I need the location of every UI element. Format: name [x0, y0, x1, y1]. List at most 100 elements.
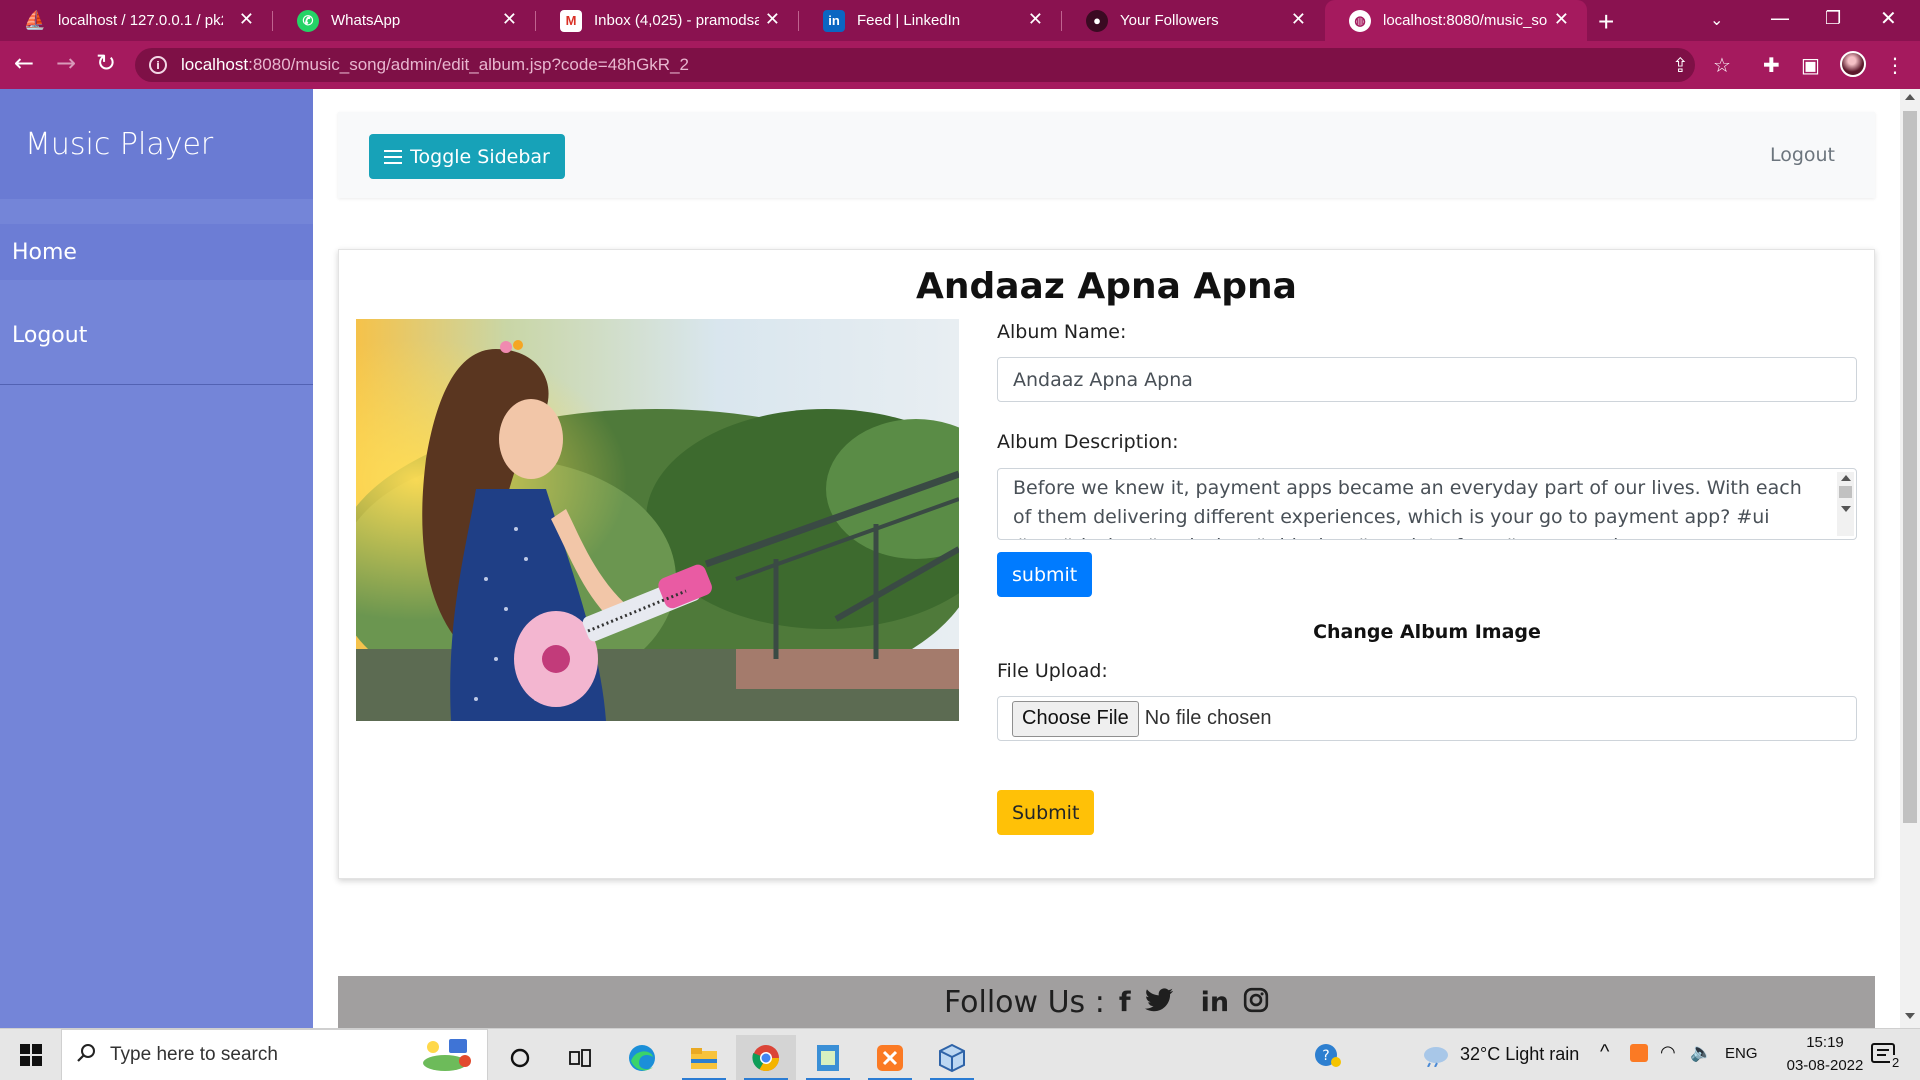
textarea-scrollbar[interactable]	[1837, 472, 1854, 536]
file-upload-input[interactable]: Choose File No file chosen	[997, 696, 1857, 741]
album-description-label: Album Description:	[997, 431, 1179, 453]
scroll-down-arrow-icon[interactable]	[1841, 506, 1851, 512]
album-cover-image	[356, 319, 959, 721]
network-wifi-icon[interactable]: ◠	[1660, 1042, 1676, 1063]
close-icon[interactable]: ✕	[1554, 9, 1569, 30]
restore-icon[interactable]: ❐	[1825, 8, 1841, 29]
browser-tab-whatsapp[interactable]: ✆ WhatsApp ✕	[273, 0, 535, 41]
album-description-text: Before we knew it, payment apps became a…	[1013, 477, 1802, 539]
chrome-browser-icon[interactable]	[736, 1035, 796, 1080]
toggle-sidebar-label: Toggle Sidebar	[410, 145, 550, 168]
virtualbox-cube-icon[interactable]	[922, 1035, 982, 1080]
forward-arrow-icon[interactable]: →	[56, 49, 76, 77]
tab-label: WhatsApp	[331, 12, 401, 29]
linkedin-icon[interactable]: in	[1201, 987, 1229, 1018]
tab-label: localhost / 127.0.0.1 / pk2 /	[58, 12, 223, 29]
file-upload-label: File Upload:	[997, 660, 1108, 682]
album-name-input[interactable]: Andaaz Apna Apna	[997, 357, 1857, 402]
clock-date[interactable]: 03-08-2022	[1770, 1057, 1880, 1074]
change-album-image-heading: Change Album Image	[1313, 621, 1541, 643]
share-icon[interactable]: ⇪	[1672, 53, 1689, 77]
address-bar[interactable]: i localhost:8080/music_song/admin/edit_a…	[135, 48, 1695, 82]
profile-avatar[interactable]	[1840, 51, 1866, 77]
browser-tab-gmail[interactable]: M Inbox (4,025) - pramodsaini ✕	[536, 0, 798, 41]
new-tab-plus-icon[interactable]: +	[1598, 6, 1614, 38]
notification-count-badge: 2	[1890, 1055, 1902, 1070]
taskbar-search-box[interactable]: Type here to search	[61, 1029, 488, 1080]
menu-lines-icon	[384, 149, 403, 164]
follow-us-text: Follow Us :	[943, 984, 1105, 1020]
toggle-sidebar-button[interactable]: Toggle Sidebar	[369, 134, 565, 179]
cortana-icon[interactable]	[490, 1035, 550, 1080]
windows-taskbar: Type here to search ? 32°C Light rain ^	[0, 1028, 1920, 1080]
instagram-icon[interactable]	[1243, 987, 1269, 1017]
close-icon[interactable]: ✕	[1291, 9, 1306, 30]
close-icon[interactable]: ✕	[1028, 9, 1043, 30]
tab-label: Feed | LinkedIn	[857, 12, 961, 29]
tray-chevron-up-icon[interactable]: ^	[1600, 1041, 1609, 1064]
browser-tab-active[interactable]: ◍ localhost:8080/music_song/ ✕	[1325, 0, 1587, 41]
browser-menu-icon[interactable]: ⋮	[1885, 53, 1905, 77]
bookmark-star-icon[interactable]: ☆	[1713, 53, 1731, 77]
sidebar: Music Player Home Logout	[0, 89, 313, 1028]
xampp-tray-icon[interactable]	[1630, 1044, 1648, 1062]
back-arrow-icon[interactable]: ←	[14, 49, 34, 77]
submit-description-button[interactable]: submit	[997, 552, 1093, 597]
navbar-logout-link[interactable]: Logout	[1770, 144, 1835, 166]
volume-speaker-icon[interactable]: 🔈	[1690, 1042, 1712, 1063]
language-indicator[interactable]: ENG	[1725, 1045, 1758, 1062]
search-highlight-icon	[419, 1035, 475, 1075]
file-explorer-icon[interactable]	[674, 1035, 734, 1080]
browser-tab-linkedin[interactable]: in Feed | LinkedIn ✕	[799, 0, 1061, 41]
github-icon: ●	[1086, 9, 1108, 32]
page-viewport: Music Player Home Logout Toggle Sidebar …	[0, 89, 1920, 1028]
sidebar-item-home[interactable]: Home	[0, 224, 313, 280]
tab-label: Your Followers	[1120, 12, 1219, 29]
help-icon[interactable]: ?	[1314, 1042, 1342, 1072]
sidebar-item-logout[interactable]: Logout	[0, 306, 313, 364]
phpmyadmin-icon: ⛵	[23, 10, 47, 30]
search-icon	[76, 1043, 96, 1067]
clock-time[interactable]: 15:19	[1790, 1034, 1860, 1051]
tab-label: localhost:8080/music_song/	[1383, 12, 1548, 29]
twitter-icon[interactable]	[1144, 988, 1173, 1016]
tab-search-chevron-icon[interactable]: ⌄	[1710, 10, 1723, 29]
close-icon[interactable]: ✕	[502, 9, 517, 30]
submit-image-button[interactable]: Submit	[997, 790, 1095, 835]
browser-tab-phpmyadmin[interactable]: ⛵ localhost / 127.0.0.1 / pk2 / ✕	[0, 0, 272, 41]
sidebar-nav: Home Logout	[0, 224, 313, 364]
scroll-up-arrow-icon[interactable]	[1841, 475, 1851, 481]
task-view-icon[interactable]	[550, 1035, 610, 1080]
xampp-icon[interactable]	[860, 1035, 920, 1080]
side-panel-icon[interactable]: ▣	[1801, 53, 1820, 77]
browser-tab-github[interactable]: ● Your Followers ✕	[1062, 0, 1324, 41]
page-scrollbar-thumb[interactable]	[1903, 111, 1917, 823]
windows-start-icon[interactable]	[20, 1044, 42, 1066]
scroll-up-arrow-icon[interactable]	[1905, 94, 1915, 100]
album-title: Andaaz Apna Apna	[916, 266, 1297, 307]
minimize-icon[interactable]: —	[1770, 6, 1790, 30]
scrollbar-thumb[interactable]	[1839, 486, 1852, 498]
notepad-app-icon[interactable]	[798, 1035, 858, 1080]
footer: Follow Us : f in	[338, 976, 1875, 1028]
svg-text:?: ?	[1322, 1048, 1329, 1064]
whatsapp-icon: ✆	[297, 9, 319, 32]
weather-cloud-icon[interactable]	[1420, 1043, 1450, 1071]
scroll-down-arrow-icon[interactable]	[1905, 1013, 1915, 1019]
edge-browser-icon[interactable]	[612, 1035, 672, 1080]
browser-tab-strip: ⛵ localhost / 127.0.0.1 / pk2 / ✕ ✆ What…	[0, 0, 1920, 41]
reload-icon[interactable]: ↻	[96, 49, 116, 77]
window-close-icon[interactable]: ✕	[1880, 6, 1897, 30]
weather-text[interactable]: 32°C Light rain	[1460, 1044, 1579, 1065]
taskbar-search-placeholder: Type here to search	[110, 1044, 278, 1065]
choose-file-button[interactable]: Choose File	[1012, 700, 1139, 737]
site-info-icon[interactable]: i	[149, 56, 167, 74]
url-path: :8080/music_song/admin/edit_album.jsp?co…	[248, 55, 689, 74]
close-icon[interactable]: ✕	[239, 9, 254, 30]
edit-album-card: Andaaz Apna Apna Album Name: Andaaz Apna…	[338, 249, 1875, 879]
extensions-puzzle-icon[interactable]: ✚	[1763, 53, 1780, 77]
close-icon[interactable]: ✕	[765, 9, 780, 30]
page-scrollbar[interactable]	[1900, 89, 1920, 1028]
facebook-icon[interactable]: f	[1119, 987, 1131, 1018]
album-description-textarea[interactable]: Before we knew it, payment apps became a…	[997, 468, 1857, 540]
